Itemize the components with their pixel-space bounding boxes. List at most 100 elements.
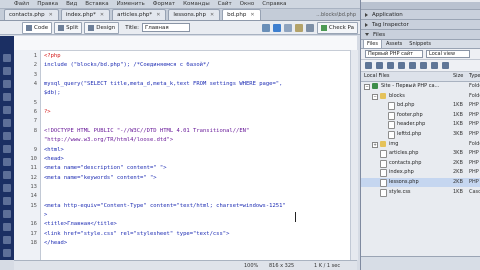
file-size: 1KB <box>453 121 463 128</box>
file-icon <box>380 169 387 178</box>
code-line: > <box>44 211 48 218</box>
window-size[interactable]: 816 x 325 <box>269 263 294 269</box>
file-size: 2KB <box>453 159 463 166</box>
files-column-headers: Local Files Size Type <box>361 72 480 82</box>
tag-inspector-panel-title: Tag Inspector <box>372 21 409 28</box>
dreamweaver-window: Файл Правка Вид Вставка Изменить Формат Команд… <box>0 0 480 270</box>
file-row[interactable]: lessons.php 2KB PHP S <box>361 178 480 187</box>
expand-icon[interactable] <box>442 62 449 69</box>
code-area: <?php include ("blocks/bd.php"); /*Соедин… <box>0 0 360 270</box>
files-site-bar: Первый PHP сайт Local view <box>361 49 480 60</box>
get-files-icon[interactable] <box>387 62 394 69</box>
file-type: PHP S <box>469 111 480 118</box>
file-icon <box>380 150 387 159</box>
view-select[interactable]: Local view <box>426 50 470 58</box>
file-row[interactable]: − blocks Folde <box>361 92 480 101</box>
file-type: PHP S <box>469 159 480 166</box>
file-row[interactable]: footer.php 1KB PHP S <box>361 111 480 120</box>
file-icon <box>388 111 395 120</box>
file-row[interactable]: contacts.php 2KB PHP S <box>361 159 480 168</box>
files-toolbar <box>361 60 480 72</box>
code-line: ?> <box>44 109 51 116</box>
code-line: $db); <box>44 90 61 97</box>
right-panel-group: Application Tag Inspector Files Files Ass… <box>360 0 480 270</box>
file-icon <box>380 188 387 197</box>
file-row[interactable]: lefttd.php 3KB PHP S <box>361 130 480 139</box>
file-size: 2KB <box>453 169 463 176</box>
code-line: <link href="style.css" rel="stylesheet" … <box>44 230 230 237</box>
file-row[interactable]: − Site - Первый PHP са... Folde <box>361 82 480 91</box>
file-type: Casca <box>469 188 480 195</box>
files-panel-title: Files <box>373 31 386 38</box>
file-type: PHP S <box>469 121 480 128</box>
code-line: <title>Главная</title> <box>44 221 117 228</box>
file-size: 3KB <box>453 131 463 137</box>
column-type[interactable]: Type <box>469 73 480 79</box>
column-size[interactable]: Size <box>453 73 463 79</box>
file-name: Site - Первый PHP са... <box>381 83 440 89</box>
file-type: Folde <box>469 92 480 99</box>
file-name: header.php <box>397 121 426 128</box>
code-line: <!DOCTYPE HTML PUBLIC "-//W3C//DTD HTML … <box>44 127 250 134</box>
collapse-arrow-icon <box>365 33 369 36</box>
file-name: bd.php <box>397 102 415 109</box>
panel-header-bar <box>361 2 480 10</box>
file-type: PHP S <box>469 179 480 185</box>
file-name: lefttd.php <box>397 131 422 137</box>
file-type: PHP S <box>469 131 480 137</box>
file-row[interactable]: style.css 1KB Casca <box>361 188 480 197</box>
file-size: 1KB <box>453 111 463 118</box>
code-line: include ("blocks/bd.php"); /*Соединяемся… <box>44 62 210 69</box>
file-type: Folde <box>469 140 480 147</box>
file-type: PHP S <box>469 102 480 109</box>
expand-icon[interactable]: + <box>372 141 378 148</box>
file-name: footer.php <box>397 111 423 118</box>
editor-vertical-scrollbar[interactable] <box>350 50 358 260</box>
collapse-icon[interactable]: − <box>372 93 378 100</box>
file-icon <box>380 179 387 187</box>
files-panel-tab[interactable]: Snippets <box>406 40 434 48</box>
file-row[interactable]: index.php 2KB PHP S <box>361 168 480 178</box>
file-name: blocks <box>389 92 405 99</box>
site-select[interactable]: Первый PHP сайт <box>365 50 423 58</box>
file-row[interactable]: header.php 1KB PHP S <box>361 120 480 130</box>
files-panel-tab[interactable]: Files <box>363 39 382 48</box>
code-line: <meta name="description" content=" "> <box>44 165 167 172</box>
file-name: img <box>389 140 399 147</box>
file-type: PHP S <box>469 150 480 157</box>
code-line: <html> <box>44 146 64 153</box>
code-line: <meta name="keywords" content=" "> <box>44 174 157 181</box>
collapse-icon[interactable]: − <box>364 84 370 90</box>
status-bar: 100% 816 x 325 1 K / 1 sec <box>14 260 357 270</box>
folder-icon <box>380 92 386 99</box>
file-size: 1KB <box>453 188 463 195</box>
download-size: 1 K / 1 sec <box>314 263 341 269</box>
files-panel-footer <box>361 256 480 270</box>
file-row[interactable]: articles.php 3KB PHP S <box>361 149 480 159</box>
check-in-icon[interactable] <box>420 62 427 69</box>
file-row[interactable]: + img Folde <box>361 140 480 149</box>
file-icon <box>388 102 395 111</box>
tag-inspector-panel-header[interactable]: Tag Inspector <box>361 20 480 30</box>
application-panel-header[interactable]: Application <box>361 10 480 20</box>
application-panel-title: Application <box>372 11 403 18</box>
files-panel-tab[interactable]: Assets <box>383 40 405 48</box>
file-name: contacts.php <box>389 159 422 166</box>
put-files-icon[interactable] <box>398 62 405 69</box>
sync-icon[interactable] <box>431 62 438 69</box>
zoom-level[interactable]: 100% <box>244 263 258 269</box>
connect-icon[interactable] <box>365 62 372 69</box>
file-row[interactable]: bd.php 1KB PHP S <box>361 101 480 111</box>
refresh-files-icon[interactable] <box>376 62 383 69</box>
file-type: Folde <box>469 83 480 89</box>
column-local-files[interactable]: Local Files <box>364 73 390 79</box>
files-panel-tabs: Files Assets Snippets <box>361 39 480 49</box>
file-name: articles.php <box>389 150 419 157</box>
check-out-icon[interactable] <box>409 62 416 69</box>
file-icon <box>380 159 387 168</box>
folder-icon <box>380 140 386 147</box>
code-line: </head> <box>44 240 68 246</box>
code-line: <?php <box>44 53 61 59</box>
site-icon <box>372 83 378 89</box>
code-line: <head> <box>44 155 64 162</box>
